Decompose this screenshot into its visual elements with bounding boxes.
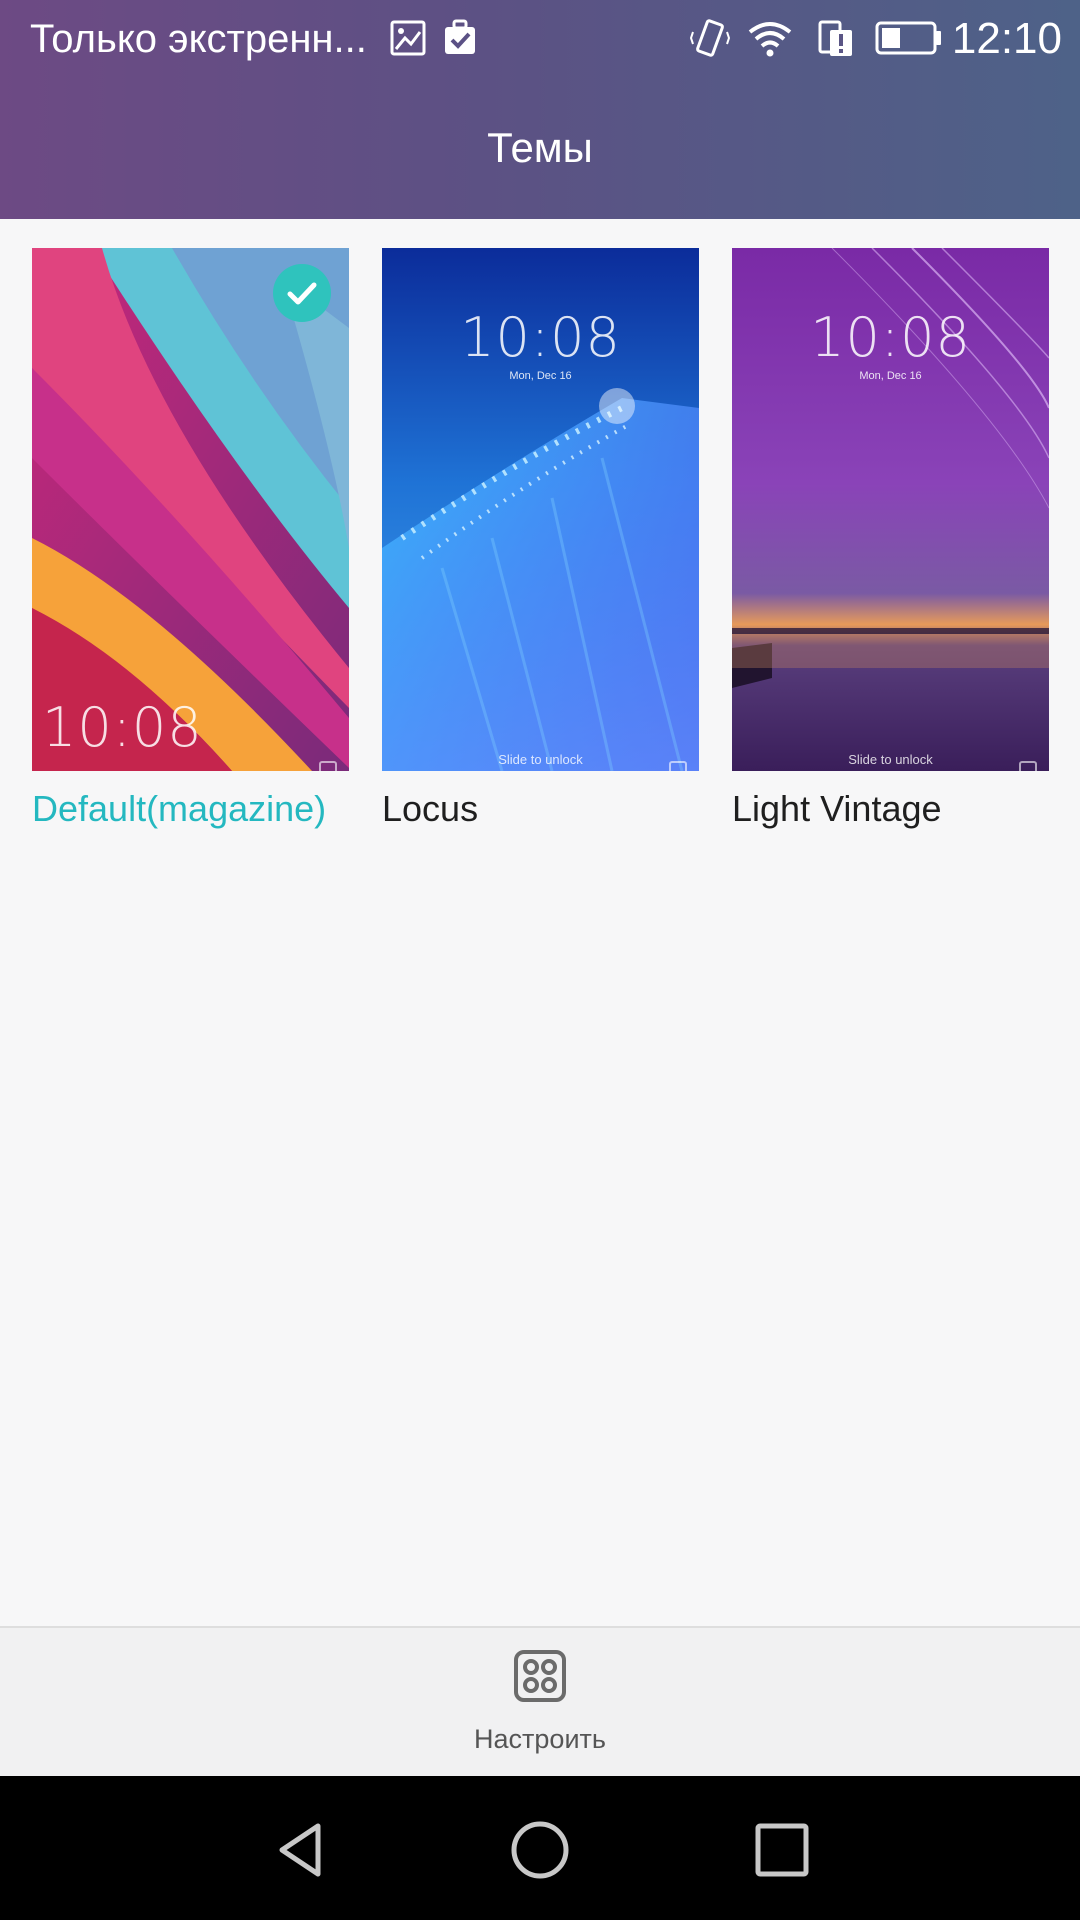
customize-button[interactable]: Настроить	[0, 1628, 1080, 1778]
back-icon[interactable]	[270, 1820, 330, 1880]
lock-date: Mon, Dec 16	[859, 370, 922, 382]
theme-name[interactable]: Locus	[382, 784, 478, 834]
lock-time: 10:08	[42, 696, 203, 759]
image-notification-icon	[390, 20, 426, 56]
camera-icon	[669, 761, 687, 771]
clock: 12:10	[951, 14, 1062, 63]
home-icon[interactable]	[510, 1820, 570, 1880]
theme-card-default[interactable]: 10:08 Default(magazine)	[32, 248, 349, 829]
theme-thumbnail[interactable]: 10:08 Mon, Dec 16 Slide to unlock	[732, 248, 1049, 771]
theme-thumbnail[interactable]: 10:08	[32, 248, 349, 771]
camera-icon	[1019, 761, 1037, 771]
theme-name[interactable]: Light Vintage	[732, 784, 942, 834]
vibrate-icon	[690, 19, 730, 57]
page-title: Темы	[487, 124, 593, 171]
status-bar: Только экстренн... 12:10	[0, 0, 1080, 80]
customize-label: Настроить	[474, 1724, 606, 1754]
lock-time: 10:08	[810, 306, 971, 369]
wifi-icon	[748, 22, 792, 57]
carrier-status: Только экстренн...	[30, 17, 367, 61]
check-icon	[287, 282, 317, 305]
theme-card-locus[interactable]: 10:08 Mon, Dec 16 Slide to unlock Locus	[382, 248, 699, 829]
task-notification-icon	[445, 19, 475, 54]
lock-time: 10:08	[460, 306, 621, 369]
grid-customize-icon	[514, 1650, 566, 1702]
recents-icon[interactable]	[752, 1820, 812, 1880]
lock-date: Mon, Dec 16	[509, 370, 572, 382]
theme-card-light-vintage[interactable]: 10:08 Mon, Dec 16 Slide to unlock Light …	[732, 248, 1049, 829]
theme-thumbnail[interactable]: 10:08 Mon, Dec 16 Slide to unlock	[382, 248, 699, 771]
sim-alert-icon	[818, 20, 852, 56]
slide-to-unlock-hint: Slide to unlock	[848, 752, 933, 767]
slide-to-unlock-hint: Slide to unlock	[498, 752, 583, 767]
navigation-bar	[0, 1776, 1080, 1920]
bottom-action-bar: Настроить	[0, 1626, 1080, 1776]
battery-icon	[875, 21, 941, 55]
app-header: Только экстренн... 12:10 Темы	[0, 0, 1080, 219]
theme-name[interactable]: Default(magazine)	[32, 784, 326, 834]
selected-check-badge	[273, 264, 331, 322]
default-wallpaper	[32, 248, 349, 771]
camera-icon	[319, 761, 337, 771]
